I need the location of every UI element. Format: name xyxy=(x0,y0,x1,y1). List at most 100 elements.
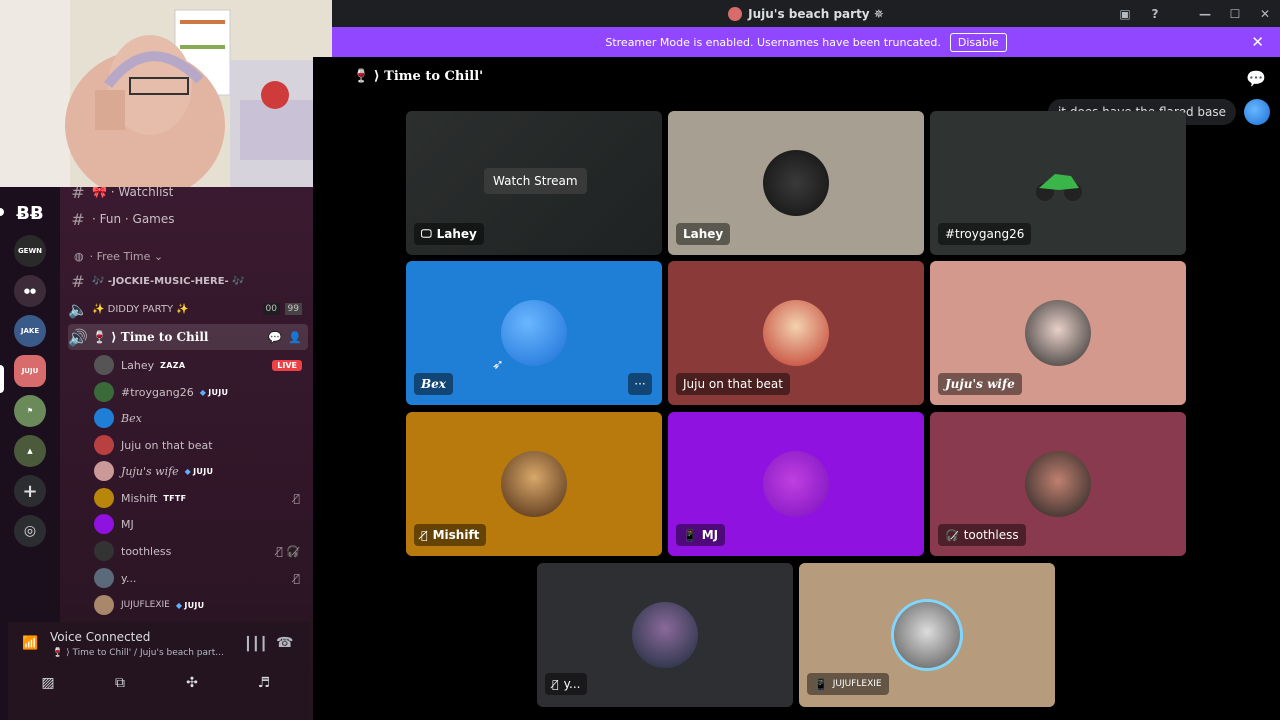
avatar xyxy=(501,300,567,366)
avatar xyxy=(763,150,829,216)
webcam-overlay xyxy=(0,0,332,187)
channel-watchlist[interactable]: # 🎀 · Watchlist xyxy=(68,187,308,205)
screen-share-icon[interactable]: ⧉ xyxy=(90,672,150,694)
tile-y[interactable]: 🎙̸ y... xyxy=(537,563,793,707)
streamer-mode-banner: Streamer Mode is enabled. Usernames have… xyxy=(332,27,1280,57)
server-icon-juju[interactable]: JUJU xyxy=(14,355,46,387)
channel-time-to-chill[interactable]: 🔊 🍷 ⟩ Time to Chill 💬 👤 xyxy=(68,324,308,350)
speaker-icon: 🔊 xyxy=(68,327,88,347)
channel-jockie-music[interactable]: # 🎶 -JOCKIE-MUSIC-HERE- 🎶 xyxy=(68,268,308,294)
avatar xyxy=(94,568,114,588)
avatar xyxy=(894,602,960,668)
disable-streamer-button[interactable]: Disable xyxy=(949,32,1007,52)
activities-icon[interactable]: ✣ xyxy=(162,672,222,694)
chat-icon[interactable]: 💬 xyxy=(1246,69,1266,88)
window-title: Juju's beach party ✵ xyxy=(748,6,884,21)
tile-lahey[interactable]: Lahey xyxy=(668,111,924,255)
help-icon[interactable]: ? xyxy=(1140,0,1170,27)
mute-deafen-icons: 🎙̸ 🎧̸ xyxy=(276,544,300,558)
tile-stream-lahey[interactable]: Watch Stream 🖵 Lahey xyxy=(406,111,662,255)
soundboard-icon[interactable]: ♬ xyxy=(234,672,294,694)
category-free-time[interactable]: ◍ · Free Time ⌄ xyxy=(74,250,163,263)
server-icon-field[interactable]: ⚑ xyxy=(14,395,46,427)
voice-user-jujus-wife[interactable]: Juju's wife ◆ JUJU xyxy=(94,458,308,484)
avatar xyxy=(94,514,114,534)
mic-muted-icon: 🎙̸ xyxy=(421,528,428,542)
streamer-message: Streamer Mode is enabled. Usernames have… xyxy=(605,35,941,49)
webcam-image xyxy=(0,0,332,187)
voice-user-troygang26[interactable]: #troygang26 ◆ JUJU xyxy=(94,379,308,405)
voice-user-mishift[interactable]: Mishift TFTF 🎙̸ xyxy=(94,485,308,511)
server-icon xyxy=(728,6,743,21)
mic-muted-icon: 🎙̸ xyxy=(552,677,559,691)
tile-troygang26[interactable]: #troygang26 xyxy=(930,111,1186,255)
channel-diddy-party[interactable]: 🔈 ✨ DIDDY PARTY ✨ 00 99 xyxy=(68,296,308,322)
avatar xyxy=(94,461,114,481)
avatar xyxy=(763,300,829,366)
watch-stream-button[interactable]: Watch Stream xyxy=(484,168,587,194)
hash-icon: # xyxy=(71,187,85,202)
avatar xyxy=(632,602,698,668)
voice-user-bex[interactable]: Bex xyxy=(94,405,308,431)
server-icon-gewn[interactable]: GEWN xyxy=(14,235,46,267)
avatar xyxy=(94,488,114,508)
mobile-icon: 📱 xyxy=(814,677,828,691)
camera-off-icon[interactable]: ▨ xyxy=(18,672,78,694)
voice-panel: 📶 Voice Connected 🍷 ⟩ Time to Chill' / J… xyxy=(8,622,310,720)
mic-muted-icon: 🎙̸ xyxy=(293,571,300,585)
maximize-icon[interactable]: ☐ xyxy=(1220,0,1250,27)
minimize-icon[interactable]: — xyxy=(1190,0,1220,27)
avatar xyxy=(94,541,114,561)
server-icon-game[interactable]: ▲ xyxy=(14,435,46,467)
tile-toothless[interactable]: 🎧̸ toothless xyxy=(930,412,1186,556)
avatar xyxy=(501,451,567,517)
app-window: Juju's beach party ✵ ▣ ? — ☐ ✕ Streamer … xyxy=(0,0,1280,720)
live-badge: LIVE xyxy=(272,359,302,371)
chat-avatar xyxy=(1244,99,1270,125)
tile-juju-on-that-beat[interactable]: Juju on that beat xyxy=(668,261,924,405)
window-close-icon[interactable]: ✕ xyxy=(1250,0,1280,27)
voice-user-jujuflexie[interactable]: JUJUFLEXIE ◆ JUJU xyxy=(94,592,308,618)
tile-jujus-wife[interactable]: Juju's wife xyxy=(930,261,1186,405)
title-bar: Juju's beach party ✵ ▣ ? — ☐ ✕ xyxy=(332,0,1280,27)
avatar xyxy=(94,382,114,402)
server-icon-jakester[interactable]: JAKE xyxy=(14,315,46,347)
explore-icon[interactable]: ◎ xyxy=(14,515,46,547)
server-icon-bb[interactable]: ɃɃ xyxy=(14,197,46,229)
avatar xyxy=(1025,451,1091,517)
disconnect-icon[interactable]: ☎ xyxy=(276,635,293,651)
hash-icon: # xyxy=(71,209,85,229)
channel-fun-games[interactable]: # · Fun · Games xyxy=(68,206,308,232)
invite-icon[interactable]: 👤 xyxy=(288,331,302,344)
avatar xyxy=(94,435,114,455)
signal-icon: 📶 xyxy=(22,636,39,651)
inbox-icon[interactable]: ▣ xyxy=(1110,0,1140,27)
channel-crumb: 🍷 ⟩ Time to Chill' xyxy=(353,69,484,84)
speaker-icon: 🔈 xyxy=(68,299,88,319)
avatar xyxy=(94,595,114,615)
mouse-cursor-icon: ➶ xyxy=(492,357,504,373)
voice-user-mj[interactable]: MJ xyxy=(94,511,308,537)
voice-user-toothless[interactable]: toothless 🎙̸ 🎧̸ xyxy=(94,538,308,564)
avatar xyxy=(94,408,114,428)
voice-user-y[interactable]: y... 🎙̸ xyxy=(94,565,308,591)
voice-substatus[interactable]: 🍷 ⟩ Time to Chill' / Juju's beach part..… xyxy=(52,648,224,658)
deafened-icon: 🎧̸ xyxy=(945,528,959,542)
motorcycle-avatar xyxy=(1025,150,1091,216)
server-icon-gang[interactable]: ●● xyxy=(14,275,46,307)
chat-icon[interactable]: 💬 xyxy=(268,331,282,344)
tile-mj[interactable]: 📱 MJ xyxy=(668,412,924,556)
close-banner-icon[interactable]: ✕ xyxy=(1251,33,1264,51)
tile-mishift[interactable]: 🎙̸ Mishift xyxy=(406,412,662,556)
noise-suppression-icon[interactable]: ┃┃┃ xyxy=(244,637,267,652)
tile-bex[interactable]: Bex ··· xyxy=(406,261,662,405)
mic-muted-icon: 🎙̸ xyxy=(293,491,300,505)
tile-jujuflexie[interactable]: 📱 JUJUFLEXIE xyxy=(799,563,1055,707)
more-options-button[interactable]: ··· xyxy=(628,373,652,395)
voice-user-lahey[interactable]: Lahey ZAZA LIVE xyxy=(94,352,308,378)
screen-icon: 🖵 xyxy=(421,227,432,240)
voice-user-juju-on-that-beat[interactable]: Juju on that beat xyxy=(94,432,308,458)
voice-stage: 🍷 ⟩ Time to Chill' 💬 it does have the fl… xyxy=(313,57,1280,720)
add-server-icon[interactable]: + xyxy=(14,475,46,507)
avatar xyxy=(94,355,114,375)
